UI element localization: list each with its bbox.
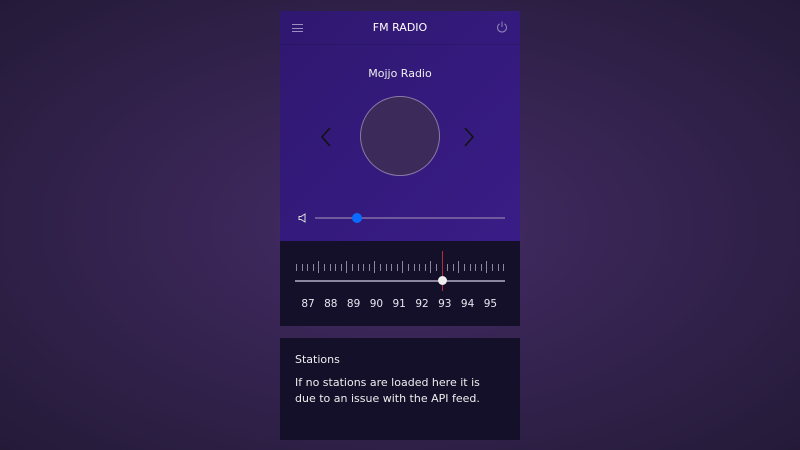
scale-tick bbox=[391, 264, 393, 271]
scale-tick bbox=[447, 264, 449, 271]
scale-tick bbox=[352, 264, 353, 271]
header: FM RADIO bbox=[280, 11, 520, 45]
frequency-needle bbox=[442, 251, 443, 291]
scale-tick bbox=[497, 264, 499, 271]
scale-tick bbox=[492, 264, 493, 271]
scale-tick bbox=[296, 264, 297, 271]
scale-tick bbox=[324, 264, 325, 271]
scale-tick bbox=[475, 264, 477, 271]
stations-panel: Stations If no stations are loaded here … bbox=[280, 338, 520, 440]
scale-tick bbox=[419, 264, 421, 271]
scale-tick bbox=[424, 264, 426, 271]
scale-tick bbox=[307, 264, 309, 271]
scale-tick bbox=[430, 261, 432, 273]
scale-tick bbox=[357, 264, 359, 271]
scale-tick bbox=[486, 261, 488, 273]
station-artwork bbox=[360, 96, 440, 176]
frequency-thumb[interactable] bbox=[437, 276, 447, 285]
station-name: Mojjo Radio bbox=[368, 67, 432, 80]
power-icon[interactable] bbox=[496, 21, 508, 33]
volume-thumb[interactable] bbox=[351, 213, 362, 223]
frequency-tuner: 87 88 89 90 91 92 93 94 95 bbox=[280, 241, 520, 326]
frequency-label: 92 bbox=[415, 298, 429, 310]
scale-tick bbox=[503, 264, 505, 271]
next-station-button[interactable] bbox=[463, 127, 475, 147]
scale-tick bbox=[464, 264, 465, 271]
frequency-label: 87 bbox=[301, 298, 315, 310]
frequency-label: 94 bbox=[460, 298, 475, 310]
frequency-label: 89 bbox=[346, 298, 361, 310]
scale-tick bbox=[335, 264, 337, 271]
scale-tick bbox=[301, 264, 303, 271]
app-title: FM RADIO bbox=[372, 21, 428, 34]
scale-tick bbox=[452, 264, 454, 271]
frequency-label: 93 bbox=[438, 298, 452, 310]
frequency-slider[interactable] bbox=[295, 276, 505, 285]
scale-tick bbox=[312, 264, 314, 271]
frequency-label: 88 bbox=[324, 298, 338, 310]
frequency-label: 95 bbox=[483, 298, 498, 310]
scale-tick bbox=[480, 264, 482, 271]
scale-tick bbox=[318, 261, 320, 273]
scale-tick bbox=[346, 261, 348, 273]
scale-tick bbox=[408, 264, 409, 271]
radio-app: FM RADIO Mojjo Radio 87 88 89 90 91 92 93 94 95 … bbox=[280, 11, 520, 440]
scale-tick bbox=[380, 264, 381, 271]
volume-slider[interactable] bbox=[315, 213, 505, 223]
scale-tick bbox=[385, 264, 387, 271]
scale-tick bbox=[436, 264, 437, 271]
scale-tick bbox=[413, 264, 415, 271]
scale-tick bbox=[374, 261, 376, 273]
scale-tick bbox=[469, 264, 471, 271]
frequency-label: 91 bbox=[392, 298, 406, 310]
scale-tick bbox=[368, 264, 370, 271]
scale-tick bbox=[402, 261, 404, 273]
scale-tick bbox=[340, 264, 342, 271]
stations-heading: Stations bbox=[295, 353, 340, 366]
scale-tick bbox=[363, 264, 365, 271]
volume-icon bbox=[298, 213, 306, 223]
scale-tick bbox=[396, 264, 398, 271]
player-panel: FM RADIO Mojjo Radio bbox=[280, 11, 520, 241]
stations-message: If no stations are loaded here it is due… bbox=[295, 376, 480, 405]
scale-tick bbox=[329, 264, 331, 271]
scale-tick bbox=[458, 261, 460, 273]
tuner-scale bbox=[280, 241, 520, 281]
frequency-label: 90 bbox=[369, 298, 384, 310]
previous-station-button[interactable] bbox=[320, 127, 332, 147]
